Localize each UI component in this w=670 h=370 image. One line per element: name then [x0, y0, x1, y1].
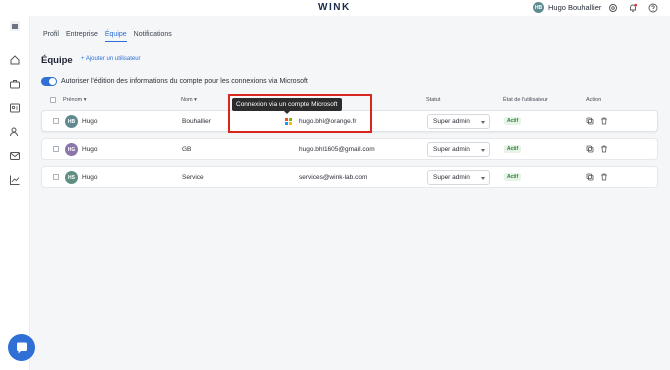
user-name: Hugo Bouhallier: [548, 3, 602, 12]
row-checkbox[interactable]: [53, 146, 59, 152]
table-row[interactable]: HS Hugo Service services@wink-lab.com Su…: [41, 166, 658, 188]
help-icon[interactable]: [648, 3, 658, 13]
chat-button[interactable]: [8, 334, 35, 361]
header-etat: État de l'utilisateur: [503, 97, 548, 103]
status-select[interactable]: Super admin: [427, 142, 490, 157]
bell-icon[interactable]: [628, 3, 638, 13]
briefcase-icon[interactable]: [9, 78, 21, 90]
top-bar: WINK HB Hugo Bouhallier: [0, 0, 670, 16]
select-all-checkbox[interactable]: [50, 97, 56, 103]
status-badge: Actif: [504, 173, 522, 181]
toggle-knob: [49, 78, 56, 85]
copy-icon[interactable]: [586, 145, 594, 153]
trash-icon[interactable]: [600, 145, 608, 153]
status-select[interactable]: Super admin: [427, 170, 490, 185]
copy-icon[interactable]: [586, 173, 594, 181]
sidebar: [0, 16, 30, 370]
copy-icon[interactable]: [586, 117, 594, 125]
header-statut: Statut: [426, 97, 441, 103]
app-logo: WINK: [318, 2, 351, 13]
users-icon[interactable]: [9, 126, 21, 138]
contact-card-icon[interactable]: [9, 102, 21, 114]
avatar: HB: [65, 115, 78, 128]
settings-gear-icon[interactable]: [608, 3, 618, 13]
chevron-down-icon: [481, 177, 485, 180]
highlight-box: [228, 94, 372, 133]
chevron-down-icon: [481, 121, 485, 124]
status-badge: Actif: [504, 145, 522, 153]
cell-nom: Service: [182, 174, 204, 181]
add-user-link[interactable]: + Ajouter un utilisateur: [81, 56, 141, 62]
header-prenom[interactable]: Prénom ▾: [63, 97, 87, 103]
analytics-chart-icon[interactable]: [9, 174, 21, 186]
cell-prenom: Hugo: [82, 118, 98, 125]
avatar: HS: [65, 171, 78, 184]
tab-profil[interactable]: Profil: [43, 31, 59, 42]
chevron-down-icon: [481, 149, 485, 152]
table-row[interactable]: HG Hugo GB hugo.bhl1605@gmail.com Super …: [41, 138, 658, 160]
status-badge: Actif: [504, 117, 522, 125]
avatar: HG: [65, 143, 78, 156]
tab-entreprise[interactable]: Entreprise: [66, 31, 98, 42]
user-avatar: HB: [533, 2, 544, 13]
user-menu[interactable]: HB Hugo Bouhallier: [533, 2, 601, 13]
home-icon[interactable]: [9, 54, 21, 66]
cell-prenom: Hugo: [82, 146, 98, 153]
page-title: Équipe: [41, 55, 73, 66]
cell-nom: GB: [182, 146, 192, 153]
cell-email: hugo.bhl1605@gmail.com: [299, 146, 375, 153]
cell-email: services@wink-lab.com: [299, 174, 368, 181]
cell-prenom: Hugo: [82, 174, 98, 181]
row-checkbox[interactable]: [53, 118, 59, 124]
company-logo-icon[interactable]: [9, 20, 21, 32]
cell-nom: Bouhallier: [182, 118, 211, 125]
header-nom[interactable]: Nom ▾: [181, 97, 197, 103]
mail-icon[interactable]: [9, 150, 21, 162]
trash-icon[interactable]: [600, 117, 608, 125]
microsoft-edit-toggle[interactable]: [41, 77, 57, 86]
tab-notifications[interactable]: Notifications: [134, 31, 172, 42]
header-action: Action: [586, 97, 602, 103]
status-select[interactable]: Super admin: [427, 114, 490, 129]
settings-tabs: Profil Entreprise Équipe Notifications: [43, 31, 172, 42]
tab-equipe[interactable]: Équipe: [104, 31, 127, 42]
microsoft-edit-toggle-label: Autoriser l'édition des informations du …: [61, 78, 308, 85]
chat-bubble-icon: [16, 342, 27, 353]
row-checkbox[interactable]: [53, 174, 59, 180]
trash-icon[interactable]: [600, 173, 608, 181]
